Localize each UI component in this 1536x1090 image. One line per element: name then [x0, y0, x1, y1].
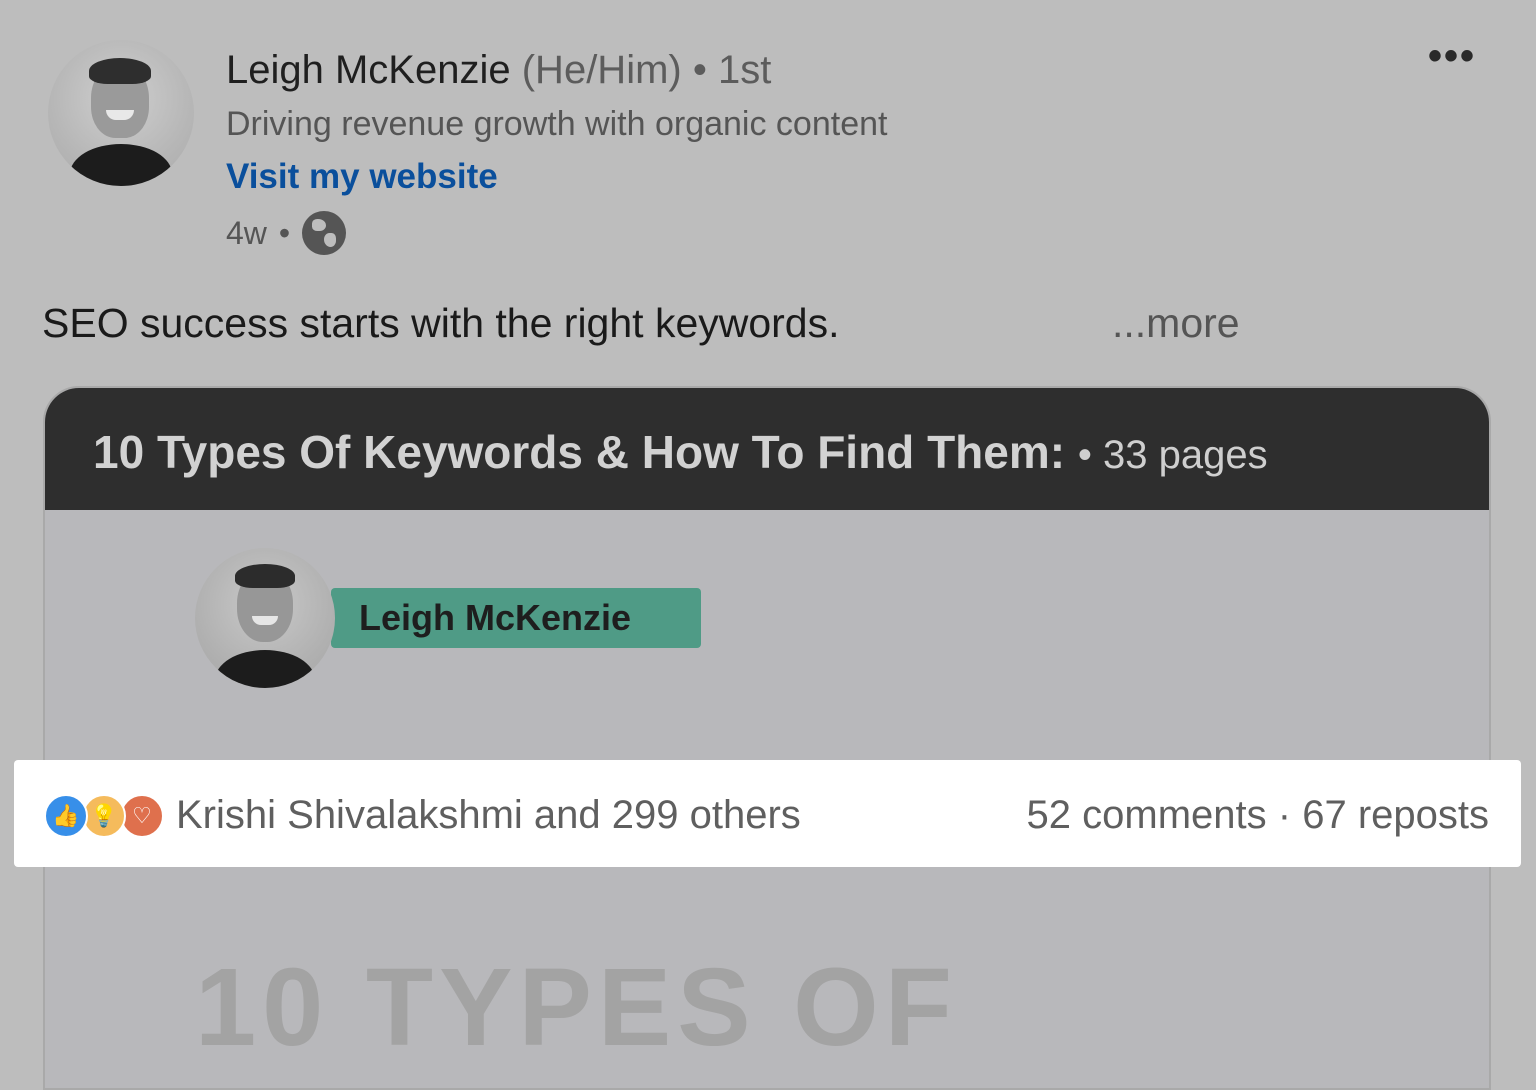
stats-separator: · — [1277, 793, 1292, 837]
social-counts-bar: 👍 💡 ♡ Krishi Shivalakshmi and 299 others… — [14, 760, 1521, 867]
comments-count[interactable]: 52 comments — [1027, 793, 1267, 837]
reposts-count[interactable]: 67 reposts — [1302, 793, 1489, 837]
post-time: 4w — [226, 215, 267, 251]
author-headline: Driving revenue growth with organic cont… — [226, 105, 888, 143]
insightful-icon: 💡 — [82, 794, 126, 838]
love-icon: ♡ — [120, 794, 164, 838]
reaction-icons[interactable]: 👍 💡 ♡ — [44, 794, 174, 838]
like-icon: 👍 — [44, 794, 88, 838]
document-page-count: 33 pages — [1102, 433, 1268, 477]
see-more-link[interactable]: ...more — [1112, 298, 1240, 348]
connection-degree: 1st — [717, 48, 772, 92]
post-text: SEO success starts with the right keywor… — [42, 300, 840, 346]
document-title: 10 Types Of Keywords & How To Find Them:… — [93, 426, 1268, 478]
visit-website-link[interactable]: Visit my website — [226, 154, 498, 200]
document-attachment[interactable]: 10 Types Of Keywords & How To Find Them:… — [43, 386, 1491, 1090]
author-avatar[interactable] — [48, 40, 194, 186]
globe-icon — [302, 211, 347, 255]
post-meta: 4w • — [226, 210, 347, 256]
document-author-avatar — [195, 548, 335, 688]
document-cover-text: 10 TYPES OF — [195, 946, 958, 1069]
engagement-stats: 52 comments · 67 reposts — [1027, 790, 1489, 840]
author-name[interactable]: Leigh McKenzie — [226, 48, 511, 92]
document-name-tag: Leigh McKenzie — [331, 588, 701, 648]
document-header: 10 Types Of Keywords & How To Find Them:… — [45, 388, 1489, 510]
author-pronouns: (He/Him) — [521, 48, 682, 92]
reactions-count[interactable]: Krishi Shivalakshmi and 299 others — [176, 790, 801, 840]
more-options-button[interactable]: ••• — [1428, 36, 1476, 76]
author-name-line: Leigh McKenzie (He/Him) • 1st — [226, 48, 772, 92]
